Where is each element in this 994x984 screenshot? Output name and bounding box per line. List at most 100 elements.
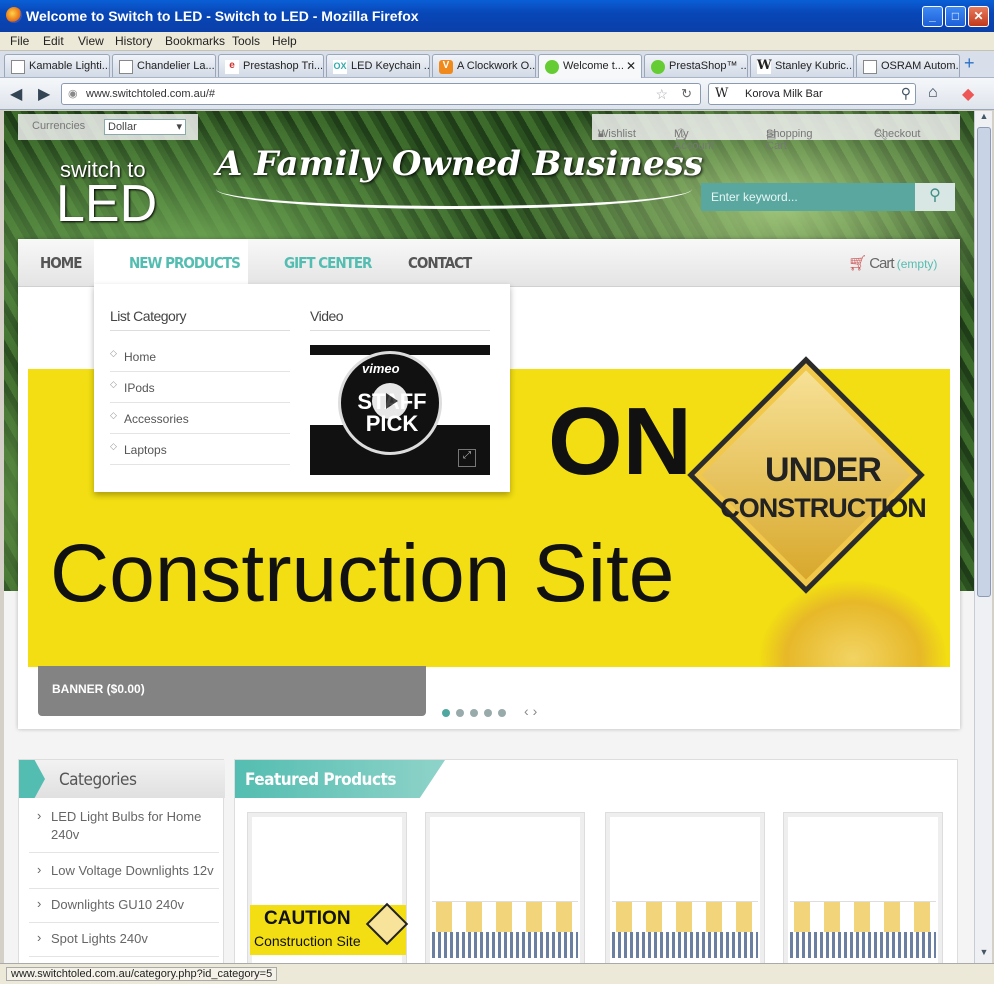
vertical-scrollbar[interactable]: ▲ ▼ <box>974 111 992 963</box>
page-icon <box>863 60 877 74</box>
product-card[interactable] <box>605 812 765 963</box>
tab-prestashop[interactable]: PrestaShop™ ... <box>644 54 748 77</box>
user-links: 🔒︎ Wishlist 👤︎ My Account ▤ Shopping Car… <box>592 114 960 152</box>
bookmark-star-icon[interactable]: ☆ <box>655 86 668 103</box>
back-icon[interactable]: ◀ <box>10 84 22 104</box>
categories-heading: Categories <box>19 760 225 798</box>
led-bulbs-image <box>790 901 936 958</box>
list-category-heading: List Category <box>110 308 290 331</box>
menu-gift-center[interactable]: GIFT CENTER <box>284 254 372 272</box>
hard-hat-icon <box>758 579 948 667</box>
under-construction-sign-icon <box>365 902 409 946</box>
scrollbar-thumb[interactable] <box>977 127 991 597</box>
category-spot-lights[interactable]: Spot Lights 240v <box>29 922 219 957</box>
currency-value: Dollar <box>108 121 137 133</box>
caution-title: CAUTION <box>264 908 351 929</box>
featured-products-box: Featured Products CAUTION Construction S… <box>234 759 958 963</box>
menu-help[interactable]: Help <box>272 34 297 48</box>
play-icon[interactable] <box>372 383 408 419</box>
chevron-left-icon[interactable]: ‹ <box>524 703 533 719</box>
navigation-bar: ◀ ▶ ◉ www.switchtoled.com.au/# ☆ ↻ W Kor… <box>0 78 994 110</box>
slide-dot-5[interactable] <box>498 709 506 717</box>
addon-icon[interactable]: ◆ <box>962 84 974 104</box>
minimize-button[interactable]: _ <box>922 6 943 27</box>
search-engine-icon[interactable]: W <box>715 86 728 101</box>
menu-new-products[interactable]: NEW PRODUCTS <box>129 254 241 272</box>
caution-image: CAUTION Construction Site <box>250 902 409 955</box>
menu-bookmarks[interactable]: Bookmarks <box>165 34 225 48</box>
search-icon: ⚲ <box>929 187 941 204</box>
reload-icon[interactable]: ↻ <box>681 86 692 102</box>
category-downlights-gu10[interactable]: Downlights GU10 240v <box>29 888 219 923</box>
menu-edit[interactable]: Edit <box>43 34 64 48</box>
close-button[interactable]: ✕ <box>968 6 989 27</box>
checkout-label: Checkout <box>874 128 921 140</box>
tab-label: Welcome t... <box>563 60 624 72</box>
new-tab-icon[interactable]: + <box>964 53 975 74</box>
product-card[interactable] <box>783 812 943 963</box>
slide-dot-2[interactable] <box>456 709 464 717</box>
wikipedia-icon: W <box>757 58 772 74</box>
scroll-down-icon[interactable]: ▼ <box>977 947 991 961</box>
tab-chandelier[interactable]: Chandelier La... <box>112 54 216 77</box>
cart-label: Cart <box>869 255 894 272</box>
url-field[interactable]: ◉ www.switchtoled.com.au/# ☆ ↻ <box>61 83 701 105</box>
dropdown-category-laptops[interactable]: Laptops <box>110 434 290 465</box>
search-button[interactable]: ⚲ <box>915 183 955 211</box>
product-card[interactable]: CAUTION Construction Site <box>247 812 409 963</box>
tab-label: PrestaShop™ ... <box>669 60 748 72</box>
menu-view[interactable]: View <box>78 34 104 48</box>
slide-dot-1[interactable] <box>442 709 450 717</box>
tab-led-keychain[interactable]: OX LED Keychain ... <box>326 54 430 77</box>
slide-dot-3[interactable] <box>470 709 478 717</box>
banner-word-top: ON <box>548 388 692 495</box>
wishlist-label: Wishlist <box>598 128 636 140</box>
currency-selector: Currencies Dollar ▾ <box>18 114 198 140</box>
scroll-up-icon[interactable]: ▲ <box>977 111 991 125</box>
url-text: www.switchtoled.com.au/# <box>86 88 215 100</box>
cart-icon: 🛒︎ <box>848 255 867 272</box>
currency-dropdown[interactable]: Dollar ▾ <box>104 119 186 135</box>
caution-subtitle: Construction Site <box>254 933 361 949</box>
tab-kamable[interactable]: Kamable Lighti... <box>4 54 110 77</box>
tab-stanley-kubrick[interactable]: W Stanley Kubric... <box>750 54 854 77</box>
featured-products-heading: Featured Products <box>235 760 445 798</box>
led-bulbs-image <box>432 901 578 958</box>
keyword-search-input[interactable]: Enter keyword... <box>701 183 915 211</box>
fullscreen-icon[interactable]: ⤢ <box>458 449 476 467</box>
chevron-right-icon[interactable]: › <box>533 703 542 719</box>
menu-contact[interactable]: CONTACT <box>408 254 472 272</box>
menu-file[interactable]: File <box>10 34 29 48</box>
magnifier-icon[interactable]: ⚲ <box>901 85 911 102</box>
site-logo[interactable]: switch to LED <box>56 159 157 231</box>
home-icon[interactable]: ⌂ <box>928 84 938 102</box>
video-heading: Video <box>310 308 490 331</box>
tab-clockwork[interactable]: V A Clockwork O... <box>432 54 536 77</box>
slogan: A Family Owned Business <box>216 144 703 184</box>
forward-icon[interactable]: ▶ <box>38 84 50 104</box>
search-field[interactable]: W Korova Milk Bar ⚲ <box>708 83 916 105</box>
close-tab-icon[interactable]: ✕ <box>626 59 636 73</box>
banner-caption[interactable]: BANNER ($0.00) <box>38 666 426 716</box>
video-player[interactable]: vimeo STAFF PICK ⤢ <box>310 345 490 475</box>
menu-tools[interactable]: Tools <box>232 34 260 48</box>
tab-prestashop-tri[interactable]: e Prestashop Tri... <box>218 54 324 77</box>
sign-line2: CONSTRUCTION <box>720 493 927 523</box>
globe-icon: ◉ <box>68 88 78 100</box>
status-url: www.switchtoled.com.au/category.php?id_c… <box>6 967 278 981</box>
product-card[interactable] <box>425 812 585 963</box>
tab-welcome[interactable]: Welcome t... ✕ <box>538 54 642 78</box>
dropdown-category-ipods[interactable]: IPods <box>110 372 290 403</box>
maximize-button[interactable]: □ <box>945 6 966 27</box>
menu-home[interactable]: HOME <box>40 254 82 272</box>
dropdown-category-home[interactable]: Home <box>110 341 290 372</box>
category-low-voltage-downlights[interactable]: Low Voltage Downlights 12v <box>29 854 219 889</box>
category-led-light-bulbs[interactable]: LED Light Bulbs for Home 240v <box>29 800 219 853</box>
tab-label: LED Keychain ... <box>351 60 430 72</box>
tab-osram[interactable]: OSRAM Autom... <box>856 54 960 77</box>
menu-history[interactable]: History <box>115 34 152 48</box>
firefox-icon <box>6 7 22 23</box>
slide-dot-4[interactable] <box>484 709 492 717</box>
dropdown-category-accessories[interactable]: Accessories <box>110 403 290 434</box>
cart-summary[interactable]: 🛒︎ Cart (empty) <box>848 254 937 272</box>
